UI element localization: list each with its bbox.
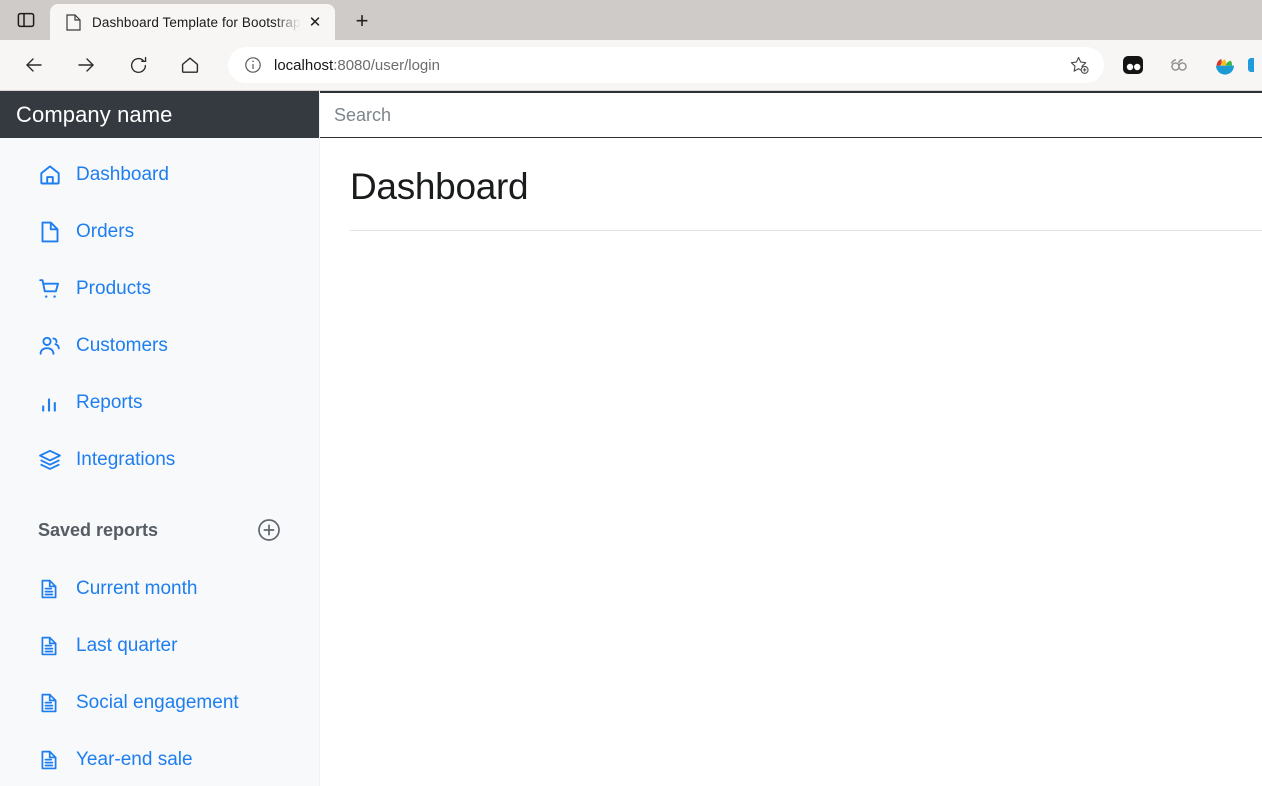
sidebar-item-reports[interactable]: Reports (0, 374, 319, 431)
forward-arrow-icon[interactable] (67, 46, 105, 84)
saved-report-label: Current month (76, 578, 198, 599)
sidebar-item-label: Products (76, 278, 151, 299)
back-arrow-icon[interactable] (15, 46, 53, 84)
brand-title[interactable]: Company name (0, 91, 319, 138)
sidebar-item-integrations[interactable]: Integrations (0, 431, 319, 488)
file-text-icon (38, 578, 66, 600)
people-icon (38, 334, 66, 358)
url-host: localhost (274, 56, 334, 74)
tab-list-icon[interactable] (6, 3, 46, 37)
page-title: Dashboard (350, 166, 529, 207)
file-icon (38, 220, 66, 244)
sidebar-item-products[interactable]: Products (0, 260, 319, 317)
partial-edge-element[interactable] (1248, 58, 1254, 72)
saved-report-label: Last quarter (76, 635, 178, 656)
page-viewport: Company name Dashboard Orders Products C… (0, 91, 1262, 786)
sidebar-item-customers[interactable]: Customers (0, 317, 319, 374)
new-tab-button[interactable]: + (343, 5, 381, 37)
sidebar-body: Dashboard Orders Products Customers Repo… (0, 138, 319, 786)
close-icon[interactable]: ✕ (303, 10, 327, 34)
saved-report-label: Social engagement (76, 692, 239, 713)
add-favorite-star-icon[interactable] (1064, 50, 1094, 80)
plus-circle-icon[interactable] (255, 516, 283, 544)
home-icon[interactable] (171, 46, 209, 84)
extension-rings-icon[interactable] (1160, 46, 1198, 84)
browser-tab[interactable]: Dashboard Template for Bootstrap ✕ (50, 4, 335, 40)
browser-toolbar: localhost:8080/user/login (0, 40, 1262, 91)
sidebar-item-orders[interactable]: Orders (0, 203, 319, 260)
bar-chart-icon (38, 391, 66, 415)
search-bar (320, 91, 1262, 138)
main-content: Dashboard (320, 91, 1262, 786)
sidebar-item-label: Dashboard (76, 164, 169, 185)
saved-report-current-month[interactable]: Current month (0, 560, 319, 617)
sidebar-item-label: Customers (76, 335, 168, 356)
house-icon (38, 163, 66, 187)
address-bar-text: localhost:8080/user/login (274, 57, 1064, 74)
saved-report-year-end-sale[interactable]: Year-end sale (0, 731, 319, 786)
sidebar: Company name Dashboard Orders Products C… (0, 91, 320, 786)
sidebar-item-dashboard[interactable]: Dashboard (0, 146, 319, 203)
page-favicon (64, 13, 82, 31)
tab-title: Dashboard Template for Bootstrap (92, 14, 301, 30)
site-info-icon[interactable] (242, 54, 264, 76)
tab-strip: Dashboard Template for Bootstrap ✕ + (0, 0, 1262, 40)
shopping-cart-icon (38, 277, 66, 301)
file-text-icon (38, 749, 66, 771)
sidebar-item-label: Reports (76, 392, 143, 413)
search-input[interactable] (334, 104, 1262, 126)
layers-icon (38, 448, 66, 472)
saved-report-label: Year-end sale (76, 749, 193, 770)
sidebar-item-label: Orders (76, 221, 135, 242)
url-path: :8080/user/login (333, 56, 440, 74)
saved-reports-title: Saved reports (38, 519, 159, 540)
saved-report-social-engagement[interactable]: Social engagement (0, 674, 319, 731)
browser-window: Dashboard Template for Bootstrap ✕ + loc… (0, 0, 1262, 786)
dashboard-body: Dashboard (320, 138, 1262, 786)
title-divider (350, 230, 1262, 231)
saved-reports-header: Saved reports (0, 500, 319, 560)
sidebar-item-label: Integrations (76, 449, 176, 470)
saved-report-last-quarter[interactable]: Last quarter (0, 617, 319, 674)
file-text-icon (38, 692, 66, 714)
extension-dark-icon[interactable] (1114, 46, 1152, 84)
extension-colorful-bowl-icon[interactable] (1206, 46, 1244, 84)
file-text-icon (38, 635, 66, 657)
reload-icon[interactable] (119, 46, 157, 84)
address-bar[interactable]: localhost:8080/user/login (228, 47, 1104, 83)
